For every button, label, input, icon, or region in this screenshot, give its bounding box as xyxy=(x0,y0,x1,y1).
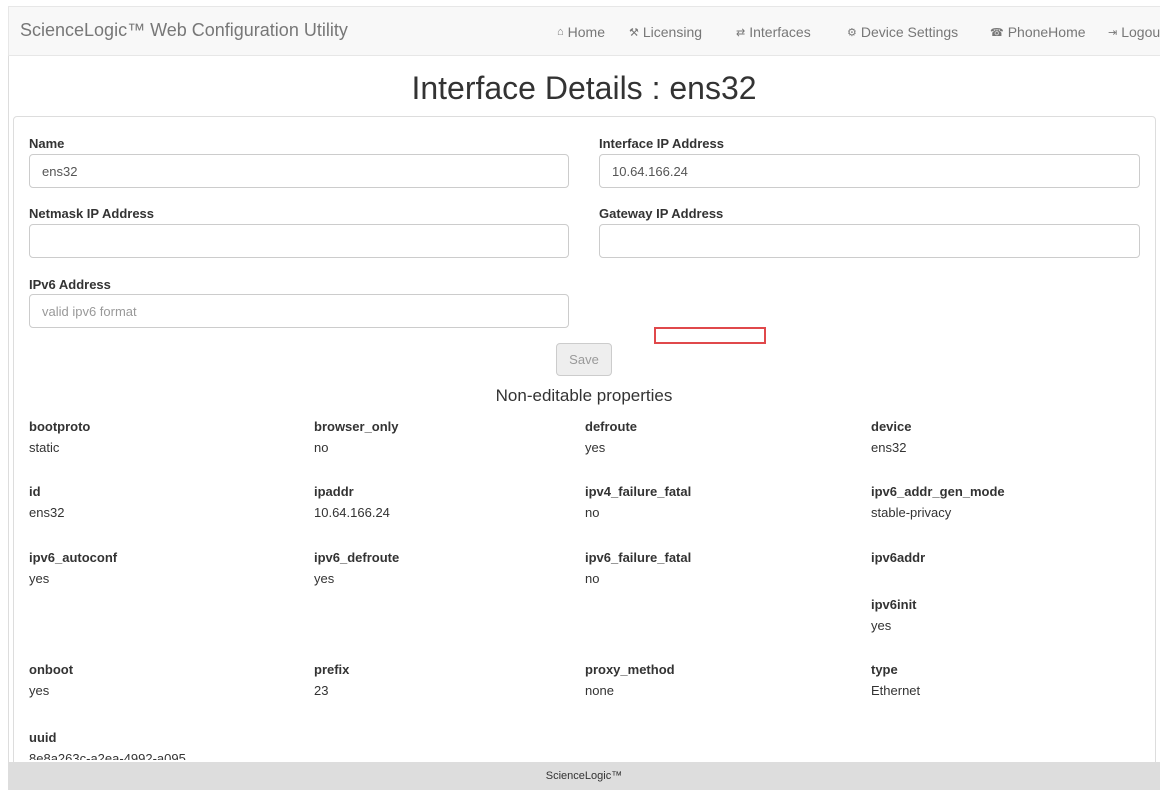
app-brand[interactable]: ScienceLogic™ Web Configuration Utility xyxy=(20,20,348,41)
footer: ScienceLogic™ xyxy=(8,762,1160,790)
name-label: Name xyxy=(29,136,65,151)
property-key: ipv4_failure_fatal xyxy=(585,484,692,499)
transfer-icon: ⇄ xyxy=(736,26,746,39)
property-value: 10.64.166.24 xyxy=(314,505,390,520)
property-value: yes xyxy=(871,618,892,633)
property-value: 23 xyxy=(314,683,329,698)
property-value: ens32 xyxy=(29,505,65,520)
highlight-annotation xyxy=(654,327,766,344)
nav-interfaces-label: Interfaces xyxy=(749,24,811,40)
phone-icon: ☎ xyxy=(990,26,1004,39)
property-key: onboot xyxy=(29,662,74,677)
property-key: uuid xyxy=(29,730,57,745)
gateway-label: Gateway IP Address xyxy=(599,206,724,221)
top-navbar: ScienceLogic™ Web Configuration Utility … xyxy=(8,6,1160,56)
netmask-field[interactable] xyxy=(29,224,569,258)
ipv6-label: IPv6 Address xyxy=(29,277,111,292)
property-value: none xyxy=(585,683,614,698)
name-field[interactable] xyxy=(29,154,569,188)
property-value: yes xyxy=(314,571,335,586)
property-key: defroute xyxy=(585,419,637,434)
property-value: stable-privacy xyxy=(871,505,952,520)
nav-home[interactable]: ⌂ Home xyxy=(557,24,605,40)
netmask-label: Netmask IP Address xyxy=(29,206,155,221)
nav-licensing[interactable]: ⚒ Licensing xyxy=(629,24,702,40)
properties-title: Non-editable properties xyxy=(495,386,673,405)
property-key: bootproto xyxy=(29,419,91,434)
property-value: yes xyxy=(29,683,50,698)
property-value: 8e8a263c-a2ea-4992-a095 xyxy=(29,751,186,760)
nav-device-settings[interactable]: ⚙ Device Settings xyxy=(847,24,958,40)
property-value: ens32 xyxy=(871,440,907,455)
save-button[interactable]: Save xyxy=(556,343,612,376)
nav-phonehome-label: PhoneHome xyxy=(1007,24,1086,40)
property-value: no xyxy=(585,505,600,520)
nav-phonehome[interactable]: ☎ PhoneHome xyxy=(990,24,1086,40)
nav-licensing-label: Licensing xyxy=(642,24,703,40)
gavel-icon: ⚒ xyxy=(629,26,639,39)
property-key: browser_only xyxy=(314,419,399,434)
nav-logout-label: Logout xyxy=(1121,24,1160,40)
nav-interfaces[interactable]: ⇄ Interfaces xyxy=(736,24,811,40)
property-value: Ethernet xyxy=(871,683,921,698)
property-key: device xyxy=(871,419,912,434)
property-value: yes xyxy=(585,440,606,455)
nav-device-settings-label: Device Settings xyxy=(860,24,959,40)
nav-home-label: Home xyxy=(567,24,606,40)
interface-ip-field[interactable] xyxy=(599,154,1140,188)
property-key: ipaddr xyxy=(314,484,354,499)
gateway-field[interactable] xyxy=(599,224,1140,258)
property-key: ipv6_addr_gen_mode xyxy=(871,484,1005,499)
property-value: no xyxy=(314,440,329,455)
property-key: id xyxy=(29,484,41,499)
interface-ip-label: Interface IP Address xyxy=(599,136,724,151)
property-value: static xyxy=(29,440,60,455)
ipv6-field[interactable] xyxy=(29,294,569,328)
logout-icon: ⇥ xyxy=(1108,26,1118,39)
property-value: no xyxy=(585,571,600,586)
property-value: yes xyxy=(29,571,50,586)
page-title: Interface Details : ens32 xyxy=(411,70,757,106)
property-key: prefix xyxy=(314,662,350,677)
property-key: ipv6_failure_fatal xyxy=(585,550,692,565)
property-key: proxy_method xyxy=(585,662,675,677)
cog-icon: ⚙ xyxy=(847,26,857,39)
property-key: ipv6init xyxy=(871,597,917,612)
property-key: ipv6_defroute xyxy=(314,550,400,565)
nav-logout[interactable]: ⇥ Logout xyxy=(1108,24,1160,40)
property-key: ipv6_autoconf xyxy=(29,550,118,565)
property-key: ipv6addr xyxy=(871,550,926,565)
property-key: type xyxy=(871,662,898,677)
home-icon: ⌂ xyxy=(557,26,564,38)
